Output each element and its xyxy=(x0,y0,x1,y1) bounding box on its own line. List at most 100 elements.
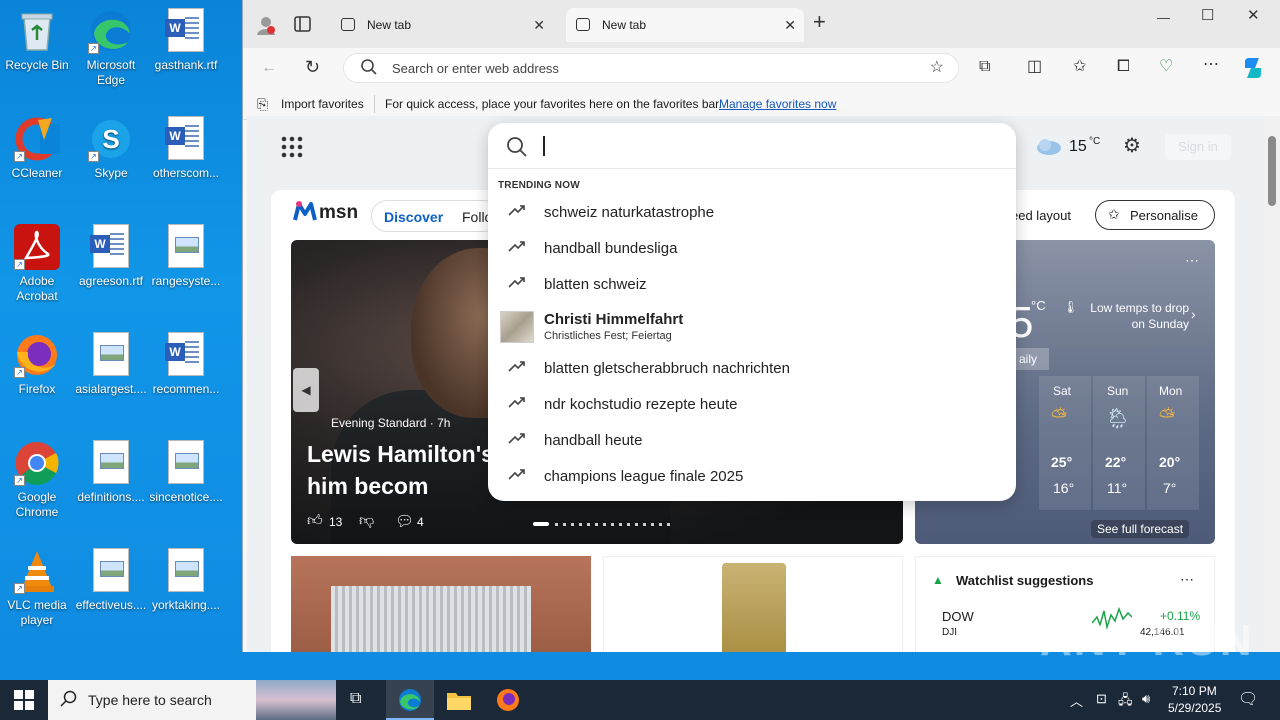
notifications-icon[interactable]: 🗨︎ xyxy=(1238,689,1258,709)
desktop-icon-firefox[interactable]: ↗ Firefox xyxy=(0,332,74,397)
settings-more-icon[interactable]: ⋯ xyxy=(1203,55,1219,75)
new-tab-button[interactable]: + xyxy=(813,11,826,33)
feed-layout-button[interactable]: eed layout xyxy=(1011,208,1071,223)
volume-icon[interactable]: 🔊︎ xyxy=(1142,691,1150,707)
suggestion-item-rich[interactable]: Christi Himmelfahrt Christliches Fest; F… xyxy=(488,309,1016,345)
see-full-forecast-link[interactable]: See full forecast xyxy=(1091,520,1190,538)
carousel-dots xyxy=(555,523,671,526)
shortcut-arrow-icon: ↗ xyxy=(14,259,25,270)
clock-date[interactable]: 5/29/2025 xyxy=(1168,701,1221,715)
desktop-icon-asialargest[interactable]: asialargest.... xyxy=(74,332,148,397)
apps-launcher-icon[interactable] xyxy=(281,136,303,161)
tab-discover[interactable]: Discover xyxy=(384,209,443,225)
weather-temp[interactable]: 15 xyxy=(1069,138,1087,156)
collections-icon[interactable]: ⧠ xyxy=(1117,57,1130,77)
desktop-icon-ccleaner[interactable]: ↗ CCleaner xyxy=(0,116,74,181)
svg-text:S: S xyxy=(102,124,119,154)
tray-chevron-icon[interactable]: ︿ xyxy=(1070,691,1083,710)
watchlist-symbol[interactable]: DOW xyxy=(942,609,974,624)
file-explorer-icon[interactable] xyxy=(446,688,472,715)
weather-day-mon[interactable]: Mon ⛅︎ 20° 7° xyxy=(1147,376,1199,510)
suggestion-item[interactable]: handball heute xyxy=(488,423,1016,459)
desktop-icon-recommen[interactable]: W recommen... xyxy=(149,332,223,397)
desktop-icon-yorktaking[interactable]: yorktaking.... xyxy=(149,548,223,613)
taskbar-edge-button[interactable] xyxy=(386,680,434,720)
desktop-icon-microsoft-edge[interactable]: ↗ Microsoft Edge xyxy=(74,8,148,88)
desktop-icon-vlc[interactable]: ↗ VLC media player xyxy=(0,548,74,628)
comment-icon[interactable]: 💬︎ xyxy=(395,512,414,530)
tab-new-tab-1[interactable]: New tab ✕ xyxy=(331,8,553,42)
tab-close-icon[interactable]: ✕ xyxy=(784,8,796,42)
extensions-icon[interactable]: ⧉ xyxy=(979,57,990,77)
msn-logo-icon xyxy=(293,200,317,225)
tab-actions-icon[interactable] xyxy=(293,14,313,40)
suggestion-item[interactable]: blatten schweiz xyxy=(488,267,1016,303)
network-icon[interactable]: 🖧︎ xyxy=(1118,691,1133,713)
msn-search-input[interactable] xyxy=(488,123,1016,169)
carousel-prev-button[interactable]: ◀ xyxy=(293,368,319,412)
sign-in-button[interactable]: Sign in xyxy=(1165,134,1231,160)
chevron-right-icon[interactable]: › xyxy=(1191,306,1196,322)
desktop-icon-otherscom[interactable]: W otherscom... xyxy=(149,116,223,181)
desktop-icon-adobe-acrobat[interactable]: ↗ Adobe Acrobat xyxy=(0,224,74,304)
story-card-aircon[interactable] xyxy=(291,556,591,652)
profile-icon[interactable] xyxy=(255,14,277,42)
edge-icon xyxy=(399,689,421,711)
suggestion-item[interactable]: ndr kochstudio rezepte heute xyxy=(488,387,1016,423)
start-button[interactable] xyxy=(14,690,34,713)
weather-day-sun[interactable]: Sun 🌦︎ 22° 11° xyxy=(1093,376,1145,510)
story-card-perfume[interactable] xyxy=(603,556,903,652)
firefox-taskbar-icon[interactable] xyxy=(496,688,520,715)
import-favorites-button[interactable]: Import favorites xyxy=(281,97,364,111)
favorite-star-icon[interactable]: ☆ xyxy=(930,58,944,78)
watchlist-more-icon[interactable]: ⋯ xyxy=(1180,571,1194,588)
manage-favorites-link[interactable]: Manage favorites now xyxy=(719,97,836,111)
desktop-icon-agreeson[interactable]: W agreeson.rtf xyxy=(74,224,148,289)
favorites-icon[interactable]: ✩ xyxy=(1073,57,1086,77)
close-window-button[interactable]: ✕ xyxy=(1247,6,1260,26)
back-icon[interactable]: ← xyxy=(261,58,277,78)
desktop-icon-rangesyste[interactable]: rangesyste... xyxy=(149,224,223,289)
split-screen-icon[interactable]: ◫ xyxy=(1027,57,1042,77)
weather-day-sat[interactable]: Sat ⛅︎ 25° 16° xyxy=(1039,376,1091,510)
desktop-icon-effectiveus[interactable]: effectiveus.... xyxy=(74,548,148,613)
shortcut-arrow-icon: ↗ xyxy=(88,151,99,162)
browser-essentials-icon[interactable]: ♡ xyxy=(1159,57,1173,77)
maximize-button[interactable]: ☐ xyxy=(1201,6,1214,26)
minimize-button[interactable]: — xyxy=(1157,8,1170,28)
page-scrollbar[interactable] xyxy=(1264,116,1280,652)
desktop-icon-google-chrome[interactable]: ↗ Google Chrome xyxy=(0,440,74,520)
address-bar[interactable]: Search or enter web address ☆ xyxy=(343,53,959,83)
personalise-button[interactable]: ✩ Personalise xyxy=(1095,200,1215,230)
scrollbar-thumb[interactable] xyxy=(1268,136,1276,206)
dislike-icon[interactable]: 👎︎ xyxy=(359,512,374,530)
suggestion-item[interactable]: handball bundesliga xyxy=(488,231,1016,267)
desktop-icon-gasthank[interactable]: W gasthank.rtf xyxy=(149,8,223,73)
tray-app-icon[interactable]: ⊡ xyxy=(1096,691,1107,707)
clock-time[interactable]: 7:10 PM xyxy=(1172,684,1217,698)
desktop-icon-recycle-bin[interactable]: Recycle Bin xyxy=(0,8,74,73)
tab-new-tab-2[interactable]: New tab ✕ xyxy=(566,8,804,42)
taskbar-search-box[interactable]: Type here to search xyxy=(48,680,336,720)
taskbar-search-placeholder: Type here to search xyxy=(88,692,212,708)
desktop-icon-sincenotice[interactable]: sincenotice.... xyxy=(149,440,223,505)
weather-alert[interactable]: Low temps to drop on Sunday xyxy=(1075,300,1189,332)
rain-cloud-icon: 🌦︎ xyxy=(1105,408,1131,430)
weather-daily-tab[interactable]: aily xyxy=(1015,348,1049,370)
suggestion-text: champions league finale 2025 xyxy=(544,468,744,485)
desktop-icon-definitions[interactable]: definitions.... xyxy=(74,440,148,505)
desktop-icon-skype[interactable]: S ↗ Skype xyxy=(74,116,148,181)
copilot-icon[interactable] xyxy=(1241,56,1265,86)
weather-more-icon[interactable]: ⋯ xyxy=(1185,252,1199,269)
suggestion-item[interactable]: schweiz naturkatastrophe xyxy=(488,195,1016,231)
desktop-icon-label: Google Chrome xyxy=(15,490,59,519)
suggestion-item[interactable]: champions league finale 2025 xyxy=(488,459,1016,495)
like-icon[interactable]: 👍︎ xyxy=(307,512,323,530)
tab-close-icon[interactable]: ✕ xyxy=(533,8,545,42)
suggestion-text: blatten schweiz xyxy=(544,276,647,293)
task-view-icon[interactable]: ⧉ xyxy=(350,690,361,708)
text-cursor xyxy=(543,136,545,156)
refresh-icon[interactable]: ↻ xyxy=(305,57,320,77)
suggestion-item[interactable]: blatten gletscherabbruch nachrichten xyxy=(488,351,1016,387)
page-settings-icon[interactable]: ⚙ xyxy=(1123,136,1141,156)
